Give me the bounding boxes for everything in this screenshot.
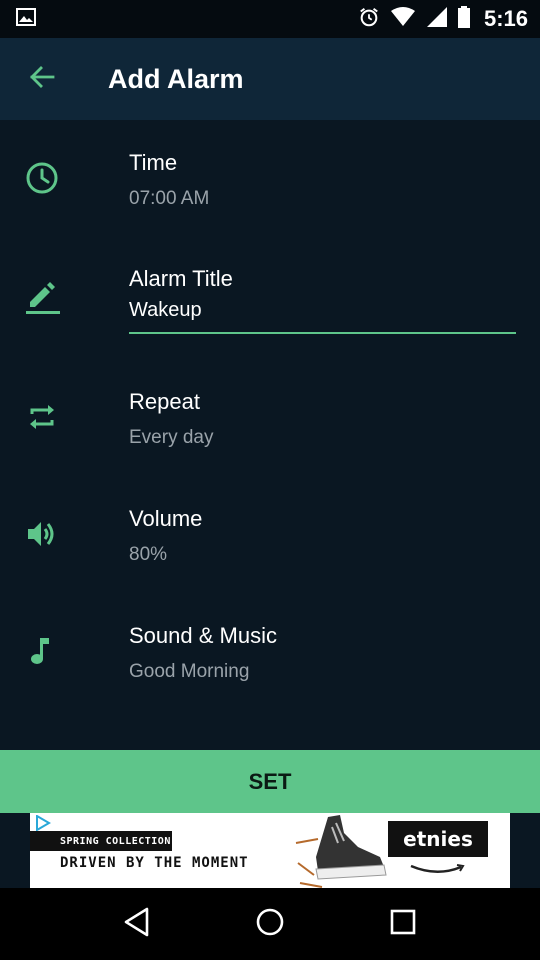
time-label: Time [129, 150, 178, 175]
time-setting-row[interactable]: Time 07:00 AM [0, 120, 540, 237]
alarm-title-field[interactable] [129, 290, 516, 334]
clock-icon [22, 158, 62, 198]
ad-brand-logo: etnies [388, 821, 488, 857]
back-triangle-icon [123, 907, 151, 942]
speaker-icon [22, 514, 62, 554]
ad-headline: DRIVEN BY THE MOMENT [60, 855, 249, 871]
nav-home-button[interactable] [240, 894, 300, 954]
repeat-setting-row[interactable]: Repeat Every day [0, 359, 540, 476]
nav-back-button[interactable] [107, 894, 167, 954]
screen: 5:16 Add Alarm Time 07:00 AM Alarm Title [0, 0, 540, 960]
sound-label: Sound & Music [129, 623, 277, 648]
status-bar: 5:16 [0, 0, 540, 38]
ad-tag: SPRING COLLECTION [30, 831, 172, 851]
app-bar: Add Alarm [0, 38, 540, 120]
nav-recents-button[interactable] [373, 894, 433, 954]
wifi-icon [390, 6, 416, 32]
sound-setting-row[interactable]: Sound & Music Good Morning [0, 593, 540, 710]
repeat-icon [22, 397, 62, 437]
volume-setting-row[interactable]: Volume 80% [0, 476, 540, 593]
pencil-icon [22, 275, 64, 315]
ad-area: SPRING COLLECTION DRIVEN BY THE MOMENT e… [0, 813, 540, 888]
home-circle-icon [255, 907, 285, 942]
amazon-smile-icon [407, 863, 467, 877]
arrow-left-icon [29, 65, 55, 94]
status-time: 5:16 [483, 6, 528, 31]
repeat-value: Every day [129, 427, 214, 448]
navigation-bar [0, 888, 540, 960]
page-title: Add Alarm [108, 63, 244, 94]
image-icon [16, 7, 36, 31]
alarm-settings: Time 07:00 AM Alarm Title Repeat Every d… [0, 120, 540, 750]
music-note-icon [22, 631, 62, 671]
alarm-clock-icon [358, 6, 380, 33]
cell-signal-icon [426, 6, 448, 33]
back-button[interactable] [0, 38, 84, 120]
set-button[interactable]: SET [0, 750, 540, 813]
battery-icon [457, 5, 470, 33]
recents-square-icon [390, 909, 416, 940]
time-value: 07:00 AM [129, 188, 210, 209]
repeat-label: Repeat [129, 389, 200, 414]
volume-value: 80% [129, 544, 168, 565]
ad-choices-icon[interactable] [34, 814, 54, 832]
sound-value: Good Morning [129, 661, 250, 682]
alarm-title-input[interactable] [129, 290, 516, 330]
alarm-title-label: Alarm Title [129, 266, 233, 291]
ad-banner[interactable]: SPRING COLLECTION DRIVEN BY THE MOMENT e… [30, 813, 510, 888]
volume-label: Volume [129, 506, 203, 531]
sneaker-image [288, 813, 398, 888]
